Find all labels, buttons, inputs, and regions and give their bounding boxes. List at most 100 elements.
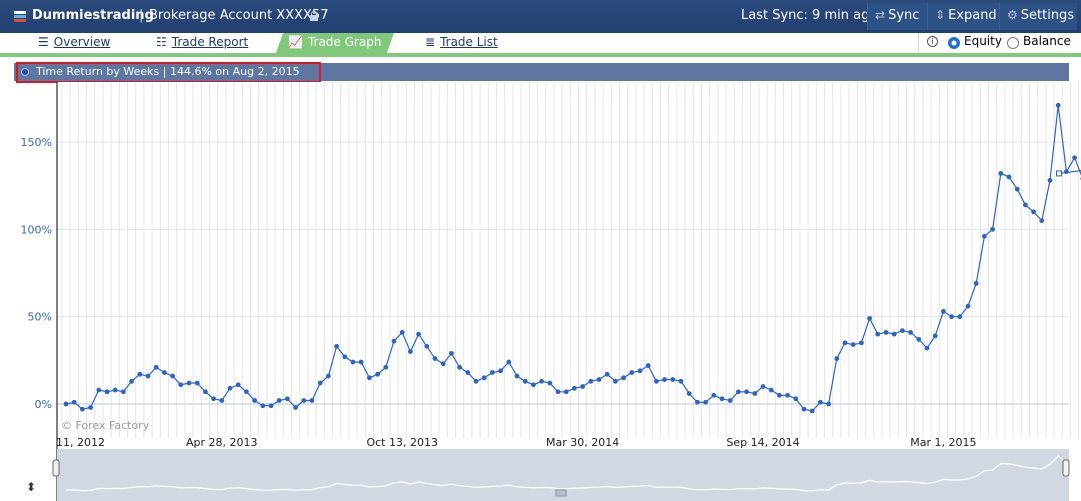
- data-point: [621, 375, 626, 381]
- brand-separator: |: [139, 8, 144, 23]
- data-point: [719, 396, 725, 402]
- data-point: [186, 380, 192, 386]
- data-point: [416, 331, 421, 337]
- data-point: [916, 336, 922, 342]
- data-point: [818, 399, 823, 405]
- data-point: [891, 331, 897, 337]
- data-point: [1006, 174, 1012, 180]
- data-point: [408, 349, 413, 354]
- info-icon[interactable]: i: [927, 36, 938, 47]
- data-point: [506, 359, 512, 365]
- account-name[interactable]: Brokerage Account XXXX57: [149, 8, 328, 23]
- data-point: [531, 382, 536, 388]
- data-point: [875, 331, 881, 337]
- chart-area[interactable]: 0% 50% 100% 150% © Forex Factory 11, 2012 Apr …: [0, 82, 1081, 501]
- data-point: [859, 340, 864, 346]
- data-point: [842, 340, 848, 346]
- tab-underline: [0, 53, 1081, 57]
- settings-label: Settings: [1020, 8, 1075, 23]
- data-point: [235, 382, 241, 388]
- y-tick-label: 50%: [28, 311, 52, 324]
- data-point: [153, 364, 159, 370]
- tab-trade-list[interactable]: ≣ Trade List: [425, 33, 525, 53]
- x-tick-label: 11, 2012: [56, 436, 105, 449]
- time-return-chart[interactable]: 0% 50% 100% 150% © Forex Factory 11, 2012 Apr …: [0, 82, 1081, 501]
- data-point: [473, 378, 479, 384]
- data-point: [932, 333, 938, 339]
- data-point: [941, 309, 946, 314]
- data-point: [465, 370, 471, 375]
- x-tick-label: Mar 30, 2014: [546, 436, 619, 449]
- data-point: [744, 389, 749, 395]
- data-point: [260, 403, 266, 409]
- report-icon: ☷: [156, 35, 167, 49]
- navigator-resize-icon[interactable]: ⬍: [26, 480, 36, 494]
- data-point: [391, 338, 397, 344]
- data-point: [785, 392, 790, 398]
- brand-logo-icon: [14, 11, 26, 23]
- settings-button[interactable]: ⚙ Settings: [999, 3, 1077, 30]
- sync-icon: ⇄: [875, 8, 886, 22]
- title-highlight-box: [16, 62, 321, 83]
- data-point: [121, 389, 126, 395]
- data-point: [900, 328, 905, 334]
- tab-trade-report[interactable]: ☷ Trade Report: [156, 33, 276, 53]
- data-point: [80, 406, 85, 412]
- equity-label[interactable]: Equity: [964, 34, 1002, 48]
- data-point: [219, 398, 225, 403]
- data-point: [358, 359, 364, 365]
- data-point: [63, 401, 69, 407]
- data-point: [88, 405, 93, 410]
- expand-icon: ⇕: [935, 8, 946, 22]
- data-point: [563, 389, 569, 395]
- balance-label[interactable]: Balance: [1023, 34, 1071, 48]
- data-point: [793, 396, 799, 402]
- tab-trade-graph[interactable]: 📈 Trade Graph: [276, 33, 394, 53]
- data-point: [908, 329, 913, 335]
- y-tick-label: 100%: [21, 223, 52, 236]
- data-point: [170, 373, 176, 379]
- data-point: [727, 398, 733, 403]
- list-icon: ≣: [425, 35, 436, 49]
- tab-overview[interactable]: ☰ Overview: [38, 33, 138, 53]
- data-point: [309, 398, 315, 403]
- expand-label: Expand: [948, 8, 997, 23]
- data-point: [194, 380, 200, 386]
- data-point: [777, 392, 782, 398]
- data-point: [268, 403, 274, 409]
- data-point: [711, 392, 717, 398]
- data-point: [178, 382, 184, 388]
- sync-label: Sync: [888, 8, 920, 23]
- navigator-left-handle: [52, 459, 60, 477]
- watermark: © Forex Factory: [61, 419, 150, 432]
- data-point: [334, 343, 339, 349]
- data-point: [580, 384, 585, 389]
- data-point: [514, 373, 520, 379]
- data-point: [604, 371, 610, 377]
- data-point: [645, 363, 651, 368]
- data-point: [998, 171, 1004, 176]
- data-point: [949, 314, 954, 320]
- plot-background: [57, 82, 1069, 438]
- data-point: [137, 371, 143, 377]
- data-point: [924, 345, 930, 351]
- data-point: [629, 370, 635, 375]
- data-point: [883, 329, 889, 335]
- data-point: [432, 356, 438, 361]
- data-point: [375, 371, 380, 377]
- balance-radio[interactable]: [1007, 37, 1019, 49]
- data-point: [276, 398, 282, 403]
- expand-button[interactable]: ⇕ Expand: [927, 3, 999, 30]
- data-point: [973, 281, 979, 286]
- x-tick-label: Sep 14, 2014: [726, 436, 799, 449]
- equity-radio[interactable]: [948, 37, 960, 49]
- sync-button[interactable]: ⇄ Sync: [867, 3, 927, 30]
- data-point: [539, 378, 544, 384]
- data-point: [96, 387, 102, 393]
- navigator-scroll-grip: [555, 489, 567, 497]
- x-tick-label: Apr 28, 2013: [186, 436, 258, 449]
- data-point: [498, 368, 503, 374]
- data-point: [555, 389, 561, 395]
- brand-name[interactable]: Dummiestrading: [32, 8, 154, 23]
- data-point: [588, 378, 594, 384]
